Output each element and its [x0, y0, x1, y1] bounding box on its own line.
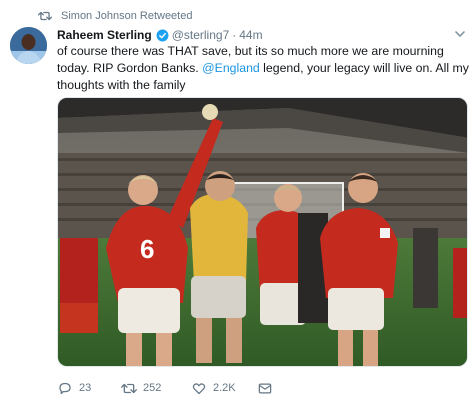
reply-count: 23 — [79, 382, 92, 394]
jersey-number: 6 — [140, 234, 154, 264]
avatar[interactable] — [10, 27, 47, 64]
retweet-context[interactable]: Simon Johnson Retweeted — [38, 8, 192, 24]
reply-action[interactable]: 23 — [57, 381, 121, 396]
retweet-action[interactable]: 252 — [121, 381, 191, 396]
tweet-actions: 23 252 2.2K — [57, 378, 279, 398]
retweet-count: 252 — [143, 382, 162, 394]
verified-badge-icon — [156, 29, 169, 41]
envelope-icon — [258, 383, 272, 393]
header-separator: · — [232, 28, 237, 42]
direct-message-action[interactable] — [257, 381, 279, 396]
like-count: 2.2K — [213, 382, 236, 394]
like-action[interactable]: 2.2K — [191, 381, 257, 396]
chevron-down-icon[interactable] — [454, 29, 466, 39]
retweet-context-label: Simon Johnson Retweeted — [61, 10, 193, 22]
tweet-timestamp[interactable]: 44m — [239, 28, 262, 42]
heart-icon — [192, 382, 206, 394]
tweet-header: Raheem Sterling @sterling7 · 44m — [57, 27, 263, 43]
tweet-photo[interactable]: 6 — [57, 97, 468, 367]
retweet-icon — [121, 383, 137, 393]
mention-link[interactable]: @England — [202, 61, 260, 75]
reply-icon — [59, 382, 71, 394]
photo-football-celebration: 6 — [58, 98, 467, 366]
author-handle[interactable]: @sterling7 — [172, 28, 230, 42]
author-name[interactable]: Raheem Sterling — [57, 28, 152, 42]
tweet-text: of course there was THAT save, but its s… — [57, 43, 469, 94]
retweet-icon — [38, 11, 52, 21]
